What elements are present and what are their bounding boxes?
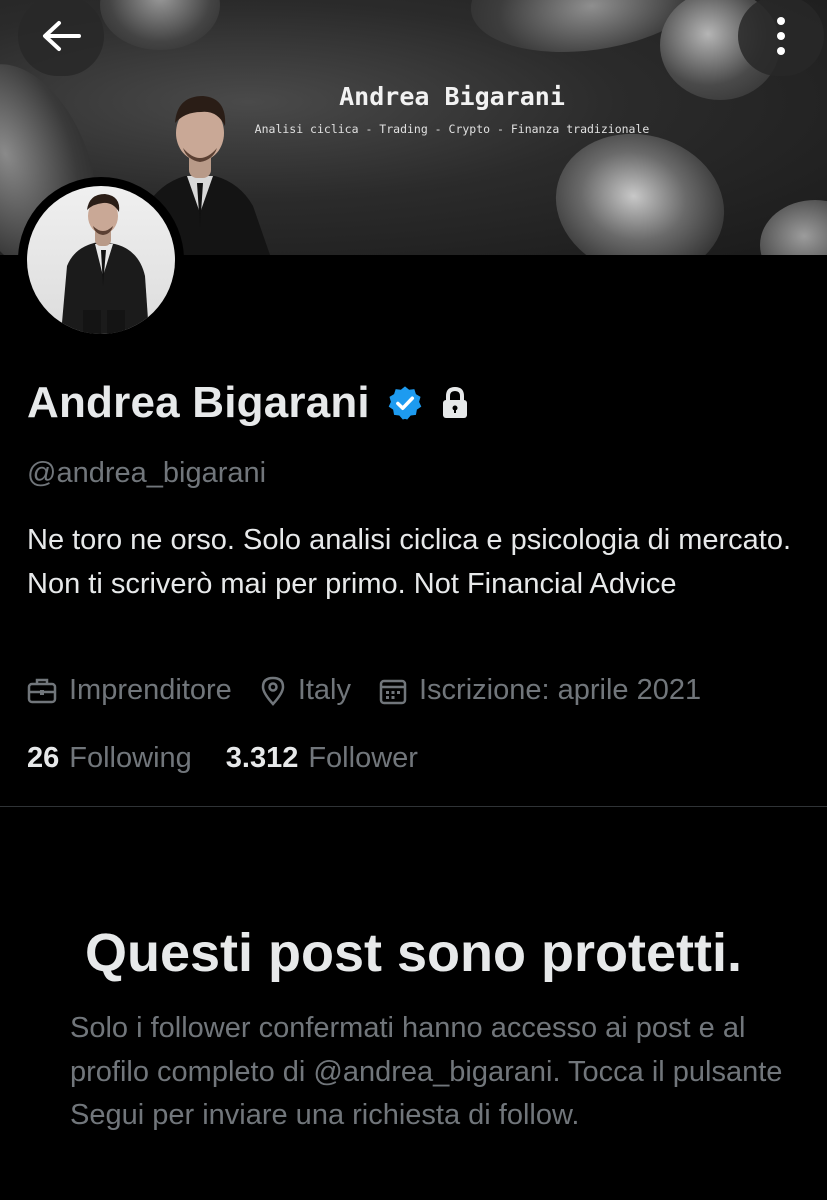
protected-posts-message: Solo i follower confermati hanno accesso…: [70, 1012, 783, 1131]
avatar[interactable]: [18, 177, 184, 343]
name-row: Andrea Bigarani: [27, 378, 470, 428]
following-label: Following: [69, 742, 192, 774]
banner-subtitle: Analisi ciclica - Trading - Crypto - Fin…: [254, 122, 650, 136]
more-vertical-icon: [777, 17, 785, 55]
follow-stats: 26 Following 3.312 Follower: [27, 742, 452, 775]
followers-label: Follower: [308, 742, 418, 774]
arrow-left-icon: [43, 21, 81, 51]
banner-shape: [100, 0, 220, 50]
display-name: Andrea Bigarani: [27, 378, 370, 427]
profile-meta: Imprenditore Italy Iscrizione: aprile 20…: [27, 674, 729, 707]
briefcase-icon: [27, 678, 57, 703]
lock-icon: [442, 386, 467, 418]
user-handle: @andrea_bigarani: [27, 457, 267, 489]
followers-link[interactable]: 3.312 Follower: [226, 742, 418, 775]
profession-item: Imprenditore: [27, 674, 232, 707]
banner-title: Andrea Bigarani: [339, 82, 565, 111]
joined-item: Iscrizione: aprile 2021: [379, 674, 701, 707]
profession-label: Imprenditore: [69, 674, 232, 706]
avatar-portrait: [61, 194, 149, 334]
banner-shape: [760, 200, 827, 255]
location-item: Italy: [260, 674, 351, 707]
following-count: 26: [27, 742, 60, 774]
back-button[interactable]: [18, 0, 104, 76]
calendar-icon: [379, 679, 407, 704]
protected-posts-title: Questi post sono protetti.: [85, 923, 742, 983]
location-label: Italy: [297, 674, 351, 706]
location-pin-icon: [261, 676, 285, 706]
more-options-button[interactable]: [738, 0, 824, 76]
avatar-image: [27, 186, 175, 334]
followers-count: 3.312: [225, 742, 299, 774]
section-divider: [0, 806, 827, 807]
joined-label: Iscrizione: aprile 2021: [419, 674, 702, 706]
bio-text: Ne toro ne orso. Solo analisi ciclica e …: [27, 524, 792, 600]
following-link[interactable]: 26 Following: [27, 742, 192, 775]
banner-shape: [539, 115, 741, 255]
verified-badge-icon: [388, 386, 422, 420]
